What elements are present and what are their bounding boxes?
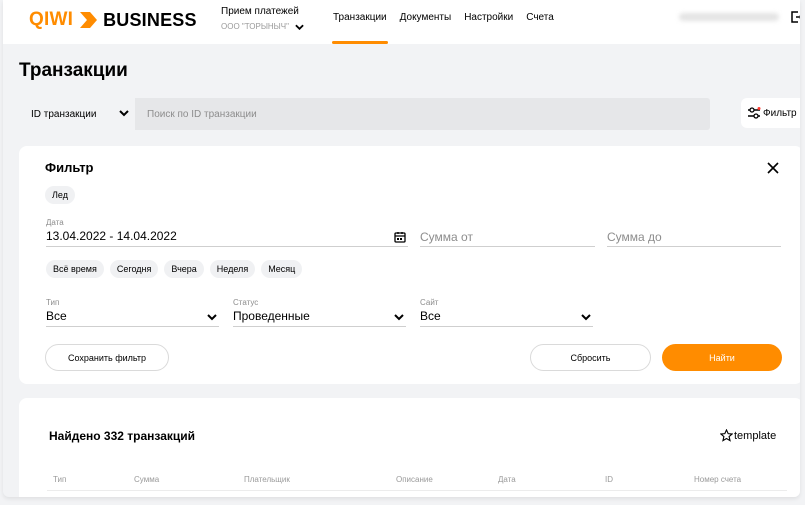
nav-settings[interactable]: Настройки [464, 0, 513, 44]
column-header-payer: Плательщик [244, 475, 290, 484]
column-header-type: Тип [53, 475, 67, 484]
results-panel: Найдено 332 транзакций template Тип Сумм… [19, 398, 800, 497]
user-email-blurred [679, 13, 779, 21]
type-select-value: Все [46, 309, 67, 323]
status-select[interactable]: Проведенные [233, 309, 406, 327]
chevron-down-icon [394, 314, 404, 321]
page-title: Транзакции [19, 60, 128, 81]
chevron-down-icon [207, 314, 217, 321]
search-row: ID транзакции [19, 98, 710, 130]
table-header-divider [47, 490, 787, 491]
reset-button[interactable]: Сбросить [530, 344, 651, 371]
status-select-value: Проведенные [233, 309, 310, 323]
site-label: Сайт [420, 298, 439, 307]
period-chip-all-time[interactable]: Всё время [46, 260, 104, 278]
filter-title: Фильтр [45, 160, 94, 175]
column-header-amount: Сумма [134, 475, 160, 484]
save-filter-button[interactable]: Сохранить фильтр [45, 344, 169, 371]
period-chip-yesterday[interactable]: Вчера [164, 260, 204, 278]
find-button[interactable]: Найти [662, 344, 782, 371]
sum-from-field[interactable]: Сумма от [420, 230, 595, 247]
status-label: Статус [233, 298, 259, 307]
top-bar: QIWI BUSINESS Прием платежей ООО "ТОРЫНЫ… [3, 0, 800, 44]
date-range-value: 13.04.2022 - 14.04.2022 [46, 229, 177, 243]
logo-arrow-icon [80, 12, 98, 28]
close-icon[interactable] [766, 161, 780, 175]
chevron-down-icon [581, 314, 591, 321]
results-count: Найдено 332 транзакций [49, 429, 196, 443]
calendar-icon[interactable] [394, 231, 406, 243]
filter-sliders-icon [748, 107, 761, 119]
logo-suffix: BUSINESS [103, 9, 197, 30]
filter-button[interactable]: Фильтр [741, 98, 800, 128]
main-nav: Транзакции Документы Настройки Счета [332, 0, 567, 44]
logo-brand: QIWI [29, 9, 74, 30]
filter-panel: Фильтр Лед Дата 13.04.2022 - 14.04.2022 … [19, 146, 800, 384]
account-switcher[interactable]: Прием платежей ООО "ТОРЫНЫЧ" [221, 6, 304, 31]
qiwi-business-logo[interactable]: QIWI BUSINESS [29, 9, 197, 31]
logout-icon[interactable] [791, 11, 800, 23]
nav-documents[interactable]: Документы [400, 0, 452, 44]
type-label: Тип [46, 298, 60, 307]
account-name: ООО "ТОРЫНЫЧ" [221, 22, 289, 31]
column-header-account-number: Номер счета [694, 475, 742, 484]
date-label: Дата [46, 218, 64, 227]
star-icon [720, 429, 733, 442]
filter-button-label: Фильтр [763, 107, 797, 119]
period-chip-today[interactable]: Сегодня [109, 260, 159, 278]
type-select[interactable]: Все [46, 309, 219, 327]
column-header-description: Описание [396, 475, 433, 484]
site-select-value: Все [420, 309, 441, 323]
account-label: Прием платежей [221, 6, 299, 17]
search-input[interactable] [135, 98, 710, 130]
period-chips: Всё время Сегодня Вчера Неделя Месяц [46, 260, 308, 278]
column-header-id: ID [605, 475, 613, 484]
sum-to-field[interactable]: Сумма до [607, 230, 781, 247]
app-window: QIWI BUSINESS Прием платежей ООО "ТОРЫНЫ… [3, 0, 800, 497]
template-button[interactable]: template [720, 429, 776, 442]
chevron-down-icon [295, 24, 304, 30]
date-range-field[interactable]: 13.04.2022 - 14.04.2022 [46, 229, 408, 247]
search-type-select[interactable]: ID транзакции [19, 98, 135, 130]
nav-transactions[interactable]: Транзакции [332, 0, 388, 44]
chevron-down-icon [119, 110, 129, 117]
column-header-date: Дата [498, 475, 516, 484]
period-chip-month[interactable]: Месяц [261, 260, 303, 278]
active-filter-chip[interactable]: Лед [45, 186, 75, 204]
search-type-value: ID транзакции [31, 108, 97, 120]
template-button-label: template [734, 429, 777, 442]
period-chip-week[interactable]: Неделя [209, 260, 256, 278]
site-select[interactable]: Все [420, 309, 593, 327]
nav-invoices[interactable]: Счета [526, 0, 554, 44]
